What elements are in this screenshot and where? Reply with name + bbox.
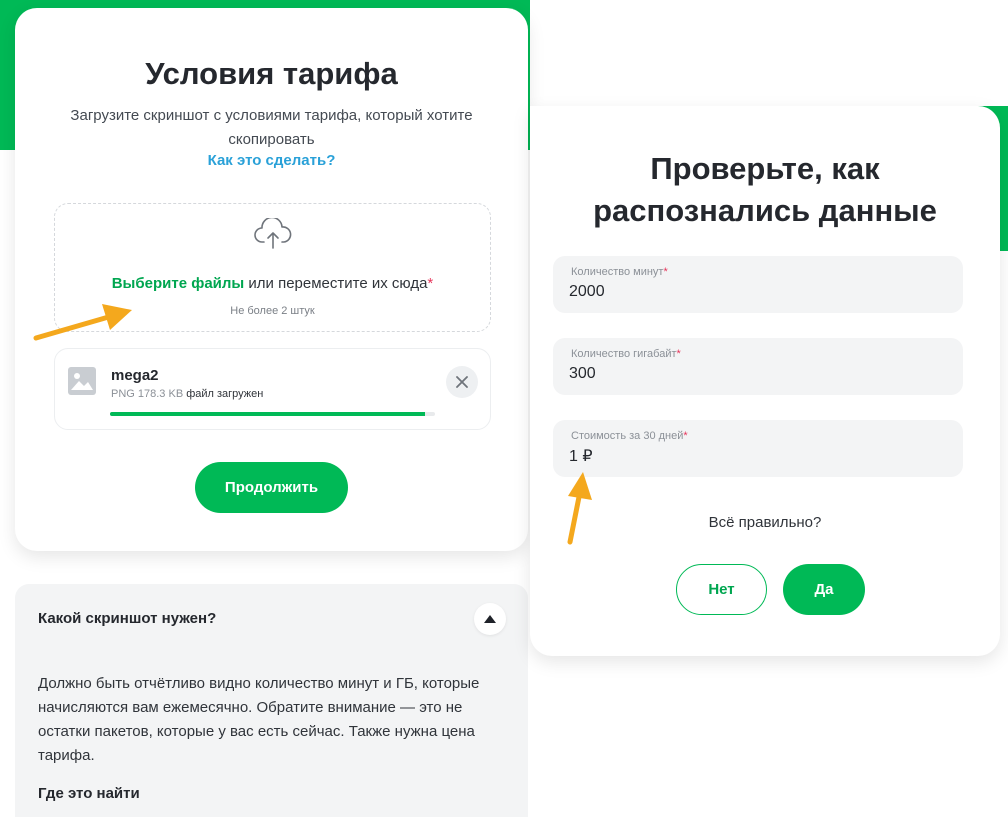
continue-button[interactable]: Продолжить (195, 462, 348, 513)
gigabytes-field[interactable]: Количество гигабайт* (553, 338, 963, 395)
gigabytes-input[interactable] (569, 365, 939, 383)
price-label: Стоимость за 30 дней* (571, 430, 688, 442)
verify-title-line2: распознались данные (593, 193, 937, 228)
price-field[interactable]: Стоимость за 30 дней* (553, 420, 963, 477)
gigabytes-label: Количество гигабайт* (571, 348, 681, 360)
caret-up-icon (484, 615, 496, 623)
faq-toggle-button[interactable] (474, 603, 506, 635)
dropzone-instructions: Выберите файлы или переместите их сюда* (55, 275, 490, 292)
upload-card: Условия тарифа Загрузите скриншот с усло… (15, 8, 528, 551)
file-name: mega2 (111, 367, 159, 384)
uploaded-file-item: mega2 PNG 178.3 KB файл загружен (54, 348, 491, 430)
no-button[interactable]: Нет (676, 564, 767, 615)
upload-progress-bar (110, 412, 435, 416)
howto-link[interactable]: Как это сделать? (15, 152, 528, 169)
remove-file-button[interactable] (446, 366, 478, 398)
required-mark: * (427, 275, 434, 292)
file-dropzone[interactable]: Выберите файлы или переместите их сюда* … (54, 203, 491, 332)
upload-progress-fill (110, 412, 426, 416)
close-icon (456, 376, 468, 388)
price-input[interactable] (569, 447, 939, 465)
confirm-question: Всё правильно? (708, 514, 822, 531)
verify-title: Проверьте, как распознались данные (530, 148, 1000, 232)
file-limit-note: Не более 2 штук (230, 305, 315, 317)
minutes-input[interactable] (569, 283, 939, 301)
image-icon (68, 367, 96, 395)
where-to-find-link[interactable]: Где это найти (38, 785, 140, 802)
faq-answer: Должно быть отчётливо видно количество м… (38, 675, 480, 764)
minutes-field[interactable]: Количество минут* (553, 256, 963, 313)
cloud-upload-icon (254, 218, 292, 249)
upload-title: Условия тарифа (145, 56, 398, 91)
minutes-label: Количество минут* (571, 266, 668, 278)
verify-title-line1: Проверьте, как (650, 151, 880, 186)
faq-panel: Какой скриншот нужен? Должно быть отчётл… (15, 584, 528, 817)
upload-subtitle: Загрузите скриншот с условиями тарифа, к… (70, 107, 473, 148)
yes-button[interactable]: Да (783, 564, 865, 615)
file-meta: PNG 178.3 KB файл загружен (111, 388, 263, 400)
file-size: PNG 178.3 KB (111, 388, 184, 400)
choose-files-link[interactable]: Выберите файлы (112, 275, 245, 292)
file-status: файл загружен (186, 388, 264, 400)
drag-text: или переместите их сюда (244, 275, 428, 292)
verify-card: Проверьте, как распознались данные Колич… (530, 106, 1000, 656)
faq-question[interactable]: Какой скриншот нужен? (38, 610, 216, 627)
